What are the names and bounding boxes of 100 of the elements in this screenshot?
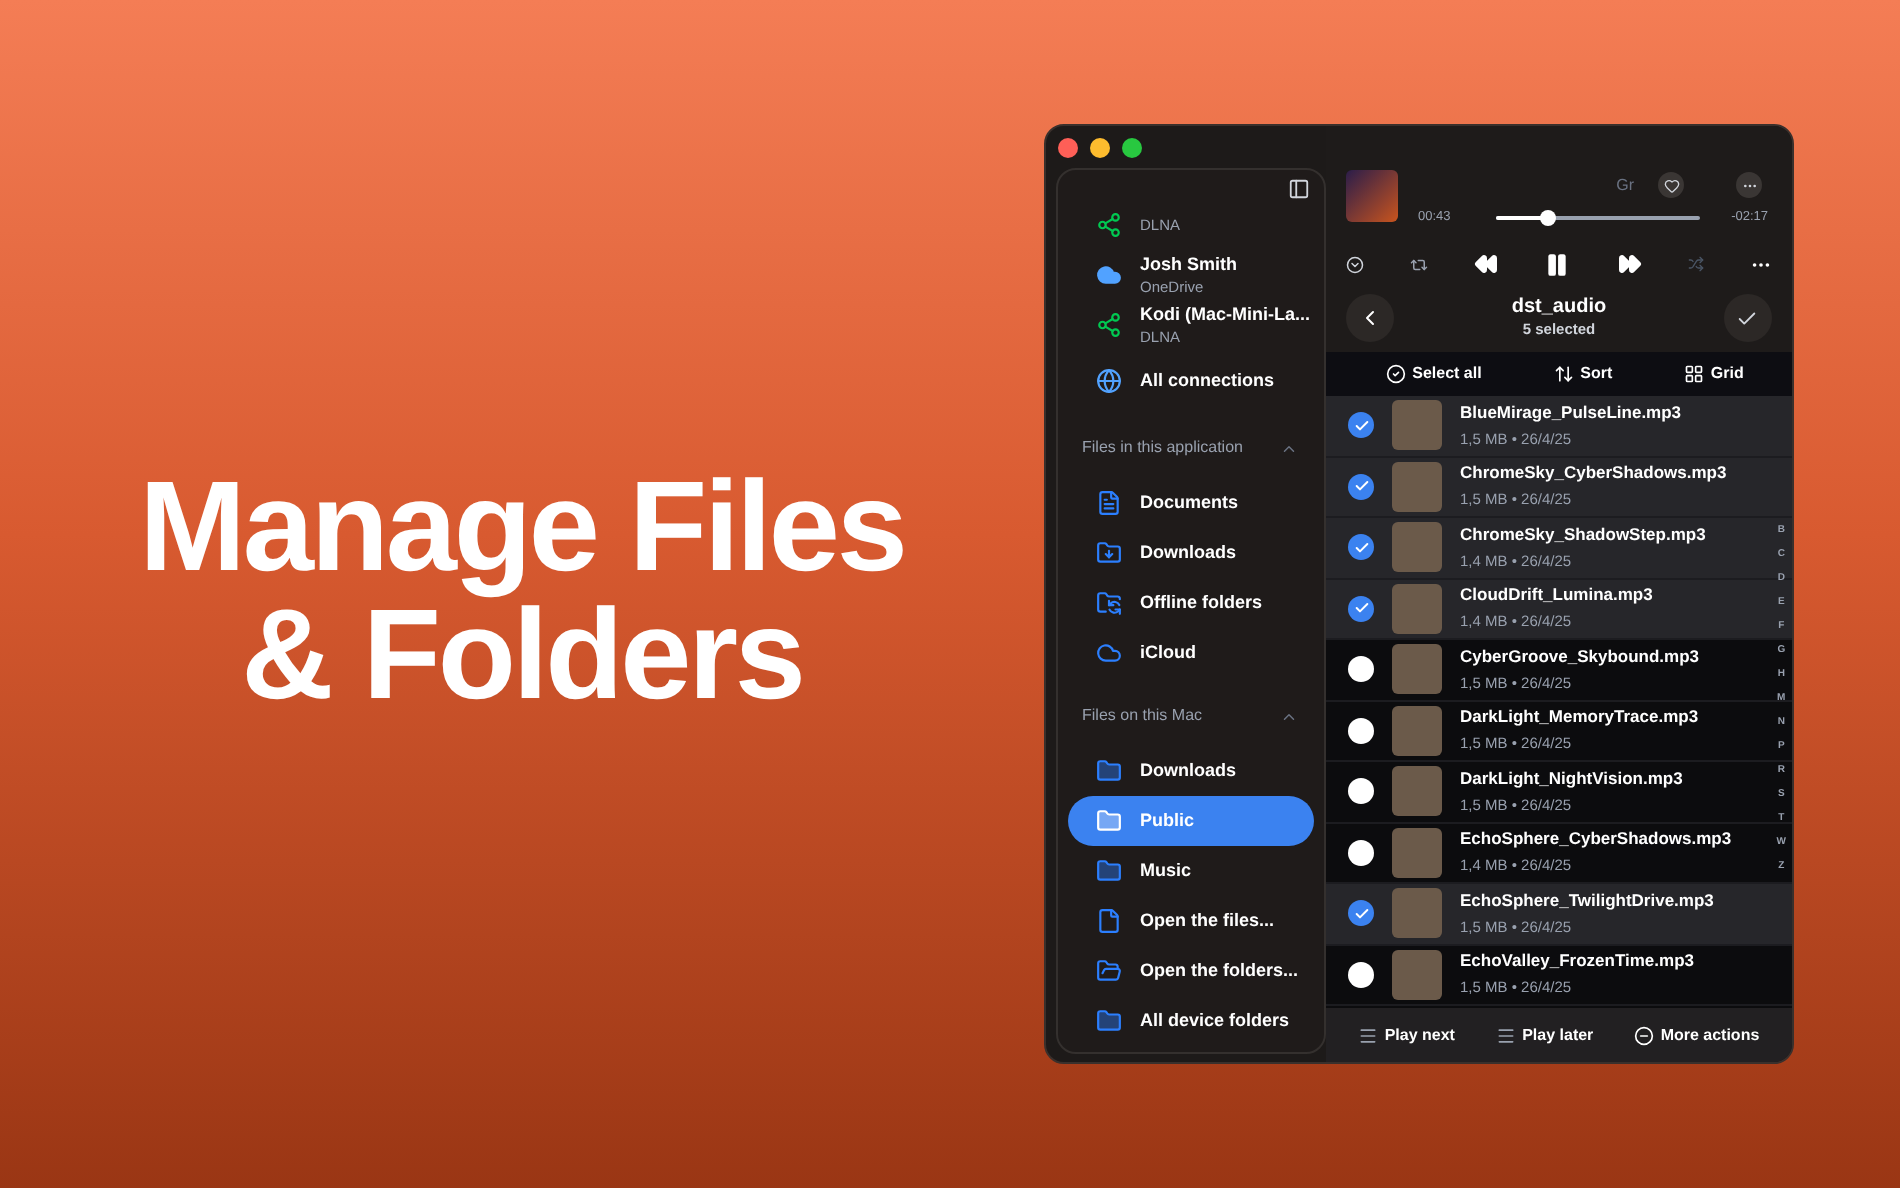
sidebar-item[interactable]: Public: [1068, 796, 1314, 846]
sidebar-item[interactable]: Music: [1068, 846, 1314, 896]
album-art: [1346, 170, 1398, 222]
sidebar-item-label: Music: [1140, 857, 1192, 884]
globe-icon: [1096, 367, 1122, 393]
check-icon: [1736, 307, 1759, 329]
check-icon: [1353, 539, 1369, 556]
connection-name: All connections: [1140, 368, 1275, 392]
sidebar-item[interactable]: Open the files...: [1068, 896, 1314, 946]
check-icon: [1353, 905, 1369, 922]
check-icon: [1353, 417, 1369, 434]
selection-checkbox[interactable]: [1348, 473, 1374, 500]
zoom-window-icon[interactable]: [1122, 138, 1142, 158]
photo-placeholder: [1392, 949, 1442, 1000]
list-icon: [1358, 1025, 1379, 1045]
photo-placeholder: [1392, 705, 1442, 756]
sidebar-item[interactable]: All device folders: [1068, 996, 1314, 1046]
toolbar-button[interactable]: Select all: [1386, 362, 1482, 386]
sidebar-item-label: All device folders: [1140, 1007, 1290, 1034]
sync-folder-icon: [1096, 590, 1122, 616]
file-name: CloudDrift_Lumina.mp3: [1460, 582, 1653, 609]
sidebar-item[interactable]: Downloads: [1068, 528, 1314, 578]
action-button[interactable]: Play next: [1358, 1023, 1455, 1047]
pause-icon[interactable]: [1544, 251, 1571, 277]
check-icon: [1353, 478, 1369, 495]
file-name: ChromeSky_ShadowStep.mp3: [1460, 521, 1706, 548]
file-name: DarkLight_NightVision.mp3: [1460, 765, 1683, 792]
slider-thumb[interactable]: [1539, 210, 1556, 226]
file-icon: [1096, 908, 1122, 934]
list-icon: [1496, 1025, 1517, 1045]
photo-placeholder: [1392, 400, 1442, 451]
sidebar-item-label: Public: [1140, 807, 1195, 834]
folder-icon: [1096, 808, 1122, 834]
photo-placeholder: [1392, 827, 1442, 878]
cloud-icon: [1096, 640, 1122, 666]
favorite-button[interactable]: [1658, 172, 1684, 198]
grid-icon: [1684, 364, 1705, 384]
file-name: EchoSphere_CyberShadows.mp3: [1460, 826, 1732, 853]
minus-circle-icon: [1634, 1025, 1655, 1045]
sidebar-item[interactable]: Downloads: [1068, 746, 1314, 796]
photo-placeholder: [1392, 644, 1442, 695]
selection-checkbox[interactable]: [1348, 534, 1374, 561]
check-icon: [1353, 600, 1369, 617]
fast-forward-icon[interactable]: [1617, 252, 1642, 276]
photo-placeholder: [1392, 583, 1442, 634]
file-name: CyberGroove_Skybound.mp3: [1460, 643, 1700, 670]
sidebar-item-label: Downloads: [1140, 757, 1237, 784]
photo-placeholder: [1392, 461, 1442, 512]
action-button[interactable]: More actions: [1634, 1023, 1760, 1047]
section-header: Files in this application: [1082, 436, 1243, 460]
cloud-icon: [1096, 262, 1122, 288]
photo-placeholder: [1392, 766, 1442, 817]
toolbar-button[interactable]: Grid: [1684, 362, 1744, 386]
selection-checkbox[interactable]: [1348, 595, 1374, 622]
repeat-icon[interactable]: [1410, 255, 1429, 273]
sidebar-item-label: iCloud: [1140, 639, 1196, 666]
folder-title: dst_audio: [1511, 296, 1607, 318]
download-folder-icon: [1096, 540, 1122, 566]
action-button[interactable]: Play later: [1496, 1023, 1594, 1047]
selection-checkbox[interactable]: [1348, 839, 1374, 866]
photo-placeholder: [1392, 888, 1442, 939]
selection-checkbox[interactable]: [1348, 656, 1374, 683]
selection-checkbox[interactable]: [1348, 778, 1374, 805]
selection-checkbox[interactable]: [1348, 900, 1374, 927]
sidebar-item-label: Documents: [1140, 489, 1239, 516]
more-button[interactable]: [1736, 172, 1762, 198]
file-name: ChromeSky_CyberShadows.mp3: [1460, 460, 1727, 487]
minimize-window-icon[interactable]: [1090, 138, 1110, 158]
selection-checkbox[interactable]: [1348, 961, 1374, 988]
sort-icon: [1554, 364, 1575, 384]
sidebar-item-label: Open the files...: [1140, 907, 1275, 934]
selection-checkbox[interactable]: [1348, 717, 1374, 744]
file-name: BlueMirage_PulseLine.mp3: [1460, 399, 1682, 426]
photo-placeholder: [1392, 522, 1442, 573]
chevron-down-icon[interactable]: [1346, 255, 1364, 273]
selection-checkbox[interactable]: [1348, 412, 1374, 439]
sidebar-item-label: Open the folders...: [1140, 957, 1299, 984]
connection-name: Kodi (Mac-Mini-La...: [1140, 301, 1310, 325]
section-header: Files on this Mac: [1082, 704, 1203, 728]
sidebar-toggle-icon[interactable]: [1288, 178, 1310, 200]
sidebar-item-label: Offline folders: [1140, 589, 1263, 616]
network-icon: [1096, 312, 1122, 338]
file-name: EchoValley_FrozenTime.mp3: [1460, 948, 1694, 975]
sidebar-item[interactable]: Documents: [1068, 478, 1314, 528]
document-icon: [1096, 490, 1122, 516]
connection-name: Josh Smith: [1140, 251, 1238, 275]
sidebar-item-label: Downloads: [1140, 539, 1237, 566]
connection-item[interactable]: All connections: [1068, 350, 1314, 410]
file-name: EchoSphere_TwilightDrive.mp3: [1460, 887, 1714, 914]
folder-icon: [1096, 958, 1122, 984]
check-circle-icon: [1386, 364, 1407, 384]
file-name: DarkLight_MemoryTrace.mp3: [1460, 704, 1699, 731]
network-icon: [1096, 212, 1122, 238]
sidebar-item[interactable]: Offline folders: [1068, 578, 1314, 628]
close-window-icon[interactable]: [1058, 138, 1078, 158]
sidebar-item[interactable]: Open the folders...: [1068, 946, 1314, 996]
rewind-icon[interactable]: [1474, 252, 1499, 276]
toolbar-button[interactable]: Sort: [1554, 362, 1613, 386]
sidebar-item[interactable]: iCloud: [1068, 628, 1314, 678]
folder-icon: [1096, 758, 1122, 784]
